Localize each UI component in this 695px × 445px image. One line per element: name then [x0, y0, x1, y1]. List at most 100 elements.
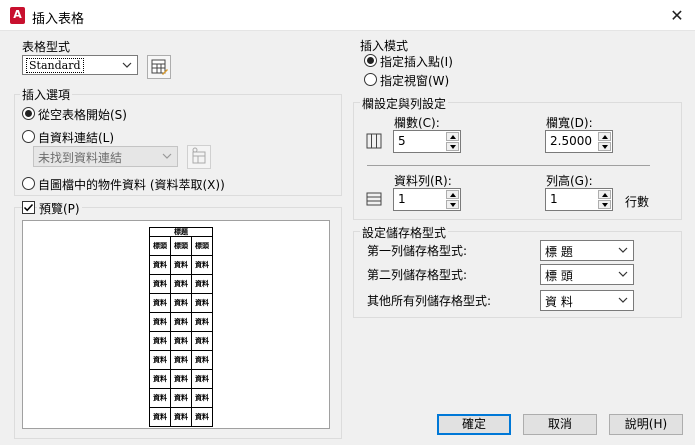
- preview-header-cell: 標頭: [191, 236, 213, 256]
- from-empty-radio[interactable]: [22, 107, 35, 120]
- preview-data-cell: 資料: [191, 293, 213, 313]
- autocad-app-icon: A: [10, 7, 25, 24]
- column-width-stepper[interactable]: 2.5000: [545, 130, 613, 153]
- data-rows-decrement-button[interactable]: [446, 200, 459, 209]
- preview-data-cell: 資料: [149, 331, 171, 351]
- ok-button[interactable]: 確定: [437, 414, 511, 435]
- specify-window-radio[interactable]: [364, 73, 377, 86]
- second-row-style-value: 標 頭: [545, 269, 573, 283]
- preview-data-row: 資料 資料 資料: [149, 369, 213, 389]
- from-drawing-objects-label[interactable]: 自圖檔中的物件資料 (資料萃取(X)): [38, 176, 225, 193]
- preview-data-cell: 資料: [170, 350, 192, 370]
- from-drawing-objects-radio[interactable]: [22, 177, 35, 190]
- row-height-stepper[interactable]: 1: [545, 188, 613, 211]
- table-style-dialog-button[interactable]: [147, 55, 171, 79]
- preview-data-cell: 資料: [170, 407, 192, 427]
- table-style-select[interactable]: Standard: [22, 55, 138, 75]
- preview-title-cell: 標題: [149, 227, 213, 237]
- arrow-up-icon: [450, 193, 456, 197]
- preview-data-cell: 資料: [170, 331, 192, 351]
- first-row-style-select[interactable]: 標 題: [540, 240, 634, 261]
- column-width-label: 欄寬(D):: [546, 116, 593, 130]
- cancel-button[interactable]: 取消: [523, 414, 597, 435]
- columns-label: 欄數(C):: [394, 116, 440, 130]
- row-height-unit: 行數: [625, 195, 650, 209]
- other-rows-style-value: 資 料: [545, 295, 573, 309]
- preview-data-cell: 資料: [170, 388, 192, 408]
- data-link-value: 未找到資料連結: [38, 151, 123, 165]
- data-link-select[interactable]: 未找到資料連結: [33, 146, 178, 167]
- other-rows-style-label: 其他所有列儲存格型式:: [367, 294, 492, 308]
- cell-styles-label: 設定儲存格型式: [360, 224, 449, 241]
- specify-window-label[interactable]: 指定視窗(W): [380, 72, 449, 89]
- second-row-style-select[interactable]: 標 頭: [540, 264, 634, 285]
- preview-data-cell: 資料: [149, 388, 171, 408]
- data-rows-value: 1: [398, 192, 406, 206]
- preview-data-row: 資料 資料 資料: [149, 407, 213, 427]
- preview-data-cell: 資料: [170, 312, 192, 332]
- column-width-decrement-button[interactable]: [598, 142, 611, 151]
- row-height-label: 列高(G):: [546, 174, 593, 188]
- arrow-up-icon: [450, 135, 456, 139]
- specify-point-label[interactable]: 指定插入點(I): [380, 53, 453, 70]
- preview-data-row: 資料 資料 資料: [149, 274, 213, 294]
- preview-data-row: 資料 資料 資料: [149, 331, 213, 351]
- preview-data-cell: 資料: [191, 369, 213, 389]
- chevron-down-icon: [618, 271, 628, 277]
- preview-data-cell: 資料: [191, 312, 213, 332]
- column-width-increment-button[interactable]: [598, 132, 611, 141]
- preview-data-row: 資料 資料 資料: [149, 388, 213, 408]
- preview-checkbox[interactable]: [22, 201, 35, 214]
- title-bar: A 插入表格 ✕: [0, 0, 695, 31]
- help-button[interactable]: 說明(H): [609, 414, 683, 435]
- row-height-decrement-button[interactable]: [598, 200, 611, 209]
- preview-header-cell: 標頭: [170, 236, 192, 256]
- column-row-label: 欄設定與列設定: [360, 95, 449, 112]
- chevron-down-icon: [162, 153, 172, 159]
- other-rows-style-select[interactable]: 資 料: [540, 290, 634, 311]
- divider: [367, 165, 650, 166]
- from-empty-label[interactable]: 從空表格開始(S): [38, 106, 127, 123]
- close-button[interactable]: ✕: [659, 0, 695, 31]
- preview-data-cell: 資料: [149, 407, 171, 427]
- from-data-link-label[interactable]: 自資料連結(L): [38, 129, 114, 146]
- specify-point-radio[interactable]: [364, 54, 377, 67]
- second-row-style-label: 第二列儲存格型式:: [367, 268, 468, 282]
- columns-icon: [366, 133, 382, 149]
- preview-label[interactable]: 預覽(P): [37, 200, 82, 217]
- rows-icon: [366, 192, 382, 206]
- columns-value: 5: [398, 134, 406, 148]
- data-rows-increment-button[interactable]: [446, 190, 459, 199]
- preview-data-row: 資料 資料 資料: [149, 312, 213, 332]
- preview-data-cell: 資料: [191, 331, 213, 351]
- from-data-link-radio[interactable]: [22, 130, 35, 143]
- preview-data-cell: 資料: [170, 293, 192, 313]
- preview-table: 標題 標頭 標頭 標頭 資料 資料 資料 資料 資料 資料 資料 資料 資料 資料 資料 資料 資料 資料…: [149, 227, 213, 427]
- preview-data-cell: 資料: [191, 255, 213, 275]
- table-style-label: 表格型式: [22, 40, 71, 54]
- arrow-down-icon: [602, 203, 608, 207]
- preview-data-cell: 資料: [191, 350, 213, 370]
- first-row-style-label: 第一列儲存格型式:: [367, 244, 468, 258]
- arrow-up-icon: [602, 135, 608, 139]
- data-link-manager-button[interactable]: [187, 145, 211, 169]
- preview-data-row: 資料 資料 資料: [149, 350, 213, 370]
- columns-stepper[interactable]: 5: [393, 130, 461, 153]
- row-height-increment-button[interactable]: [598, 190, 611, 199]
- preview-header-cell: 標頭: [149, 236, 171, 256]
- preview-data-row: 資料 資料 資料: [149, 255, 213, 275]
- columns-decrement-button[interactable]: [446, 142, 459, 151]
- chevron-down-icon: [618, 247, 628, 253]
- first-row-style-value: 標 題: [545, 245, 573, 259]
- checkmark-icon: [23, 203, 34, 212]
- table-style-icon: [151, 59, 168, 75]
- preview-data-cell: 資料: [170, 274, 192, 294]
- chevron-down-icon: [122, 62, 132, 68]
- table-style-value: Standard: [26, 58, 84, 73]
- insert-options-label: 插入選項: [20, 86, 73, 103]
- preview-data-cell: 資料: [149, 350, 171, 370]
- arrow-down-icon: [450, 203, 456, 207]
- preview-data-cell: 資料: [149, 255, 171, 275]
- data-rows-stepper[interactable]: 1: [393, 188, 461, 211]
- columns-increment-button[interactable]: [446, 132, 459, 141]
